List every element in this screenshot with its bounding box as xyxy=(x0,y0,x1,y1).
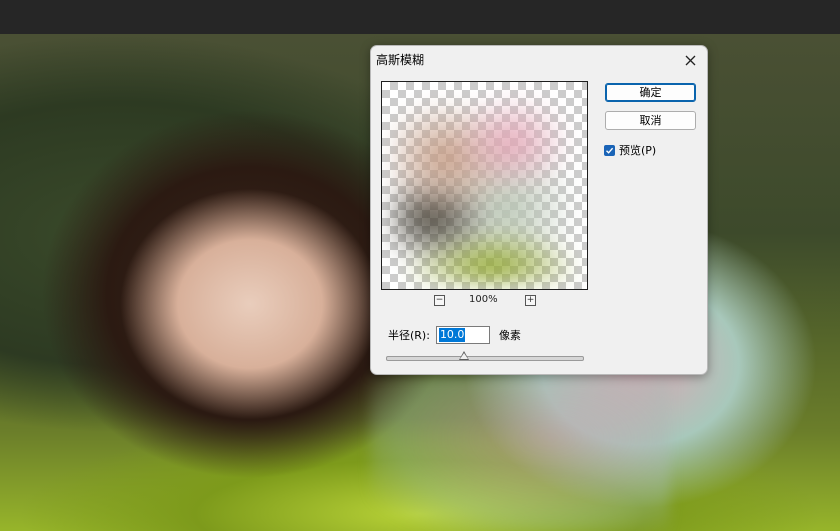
preview-checkbox-row[interactable]: 预览(P) xyxy=(604,143,656,157)
cancel-button[interactable]: 取消 xyxy=(605,111,696,130)
dialog-title: 高斯模糊 xyxy=(376,53,425,67)
radius-input[interactable]: 10.0 xyxy=(435,326,490,344)
preview-label: 预览(P) xyxy=(619,144,657,157)
checkmark-icon xyxy=(606,147,614,154)
gaussian-blur-dialog: 高斯模糊 − 100% + 确定 取消 预览(P) 半径(R): 10.0 像素 xyxy=(370,45,708,375)
preview-image xyxy=(392,88,577,283)
ok-button[interactable]: 确定 xyxy=(605,83,696,102)
zoom-out-button[interactable]: − xyxy=(434,295,445,306)
zoom-controls: − 100% + xyxy=(381,294,586,308)
zoom-level: 100% xyxy=(469,294,498,305)
preview-checkbox[interactable] xyxy=(604,144,615,156)
zoom-in-button[interactable]: + xyxy=(525,295,536,306)
app-top-bar xyxy=(0,0,840,34)
blurred-preview-area xyxy=(370,374,670,531)
radius-value: 10.0 xyxy=(438,328,466,342)
close-button[interactable] xyxy=(679,49,701,71)
radius-slider-track[interactable] xyxy=(386,356,584,361)
radius-row: 半径(R): 10.0 像素 xyxy=(388,326,521,344)
radius-slider-thumb[interactable] xyxy=(459,351,470,360)
radius-unit: 像素 xyxy=(498,329,521,342)
close-icon xyxy=(685,55,695,65)
preview-window[interactable] xyxy=(381,81,588,290)
radius-label: 半径(R): xyxy=(388,329,430,342)
